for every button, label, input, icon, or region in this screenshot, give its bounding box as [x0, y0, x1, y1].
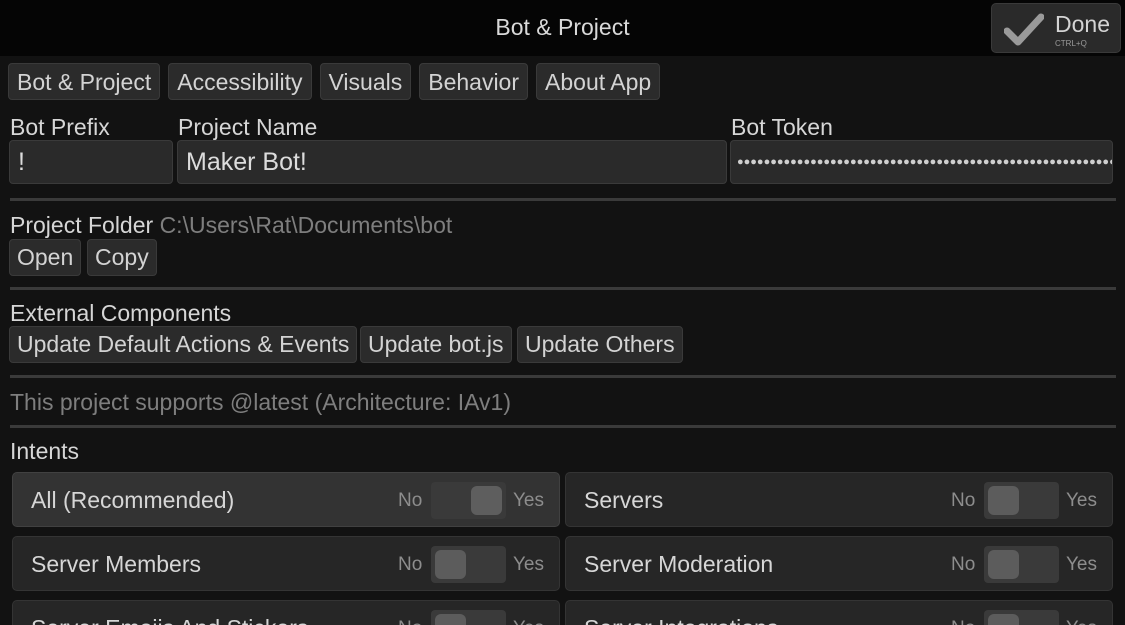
bot-prefix-label: Bot Prefix [10, 114, 110, 140]
toggle-knob [435, 550, 466, 579]
intent-no-label: No [951, 490, 976, 511]
intent-no-label: No [951, 554, 976, 575]
intent-yes-label: Yes [1066, 554, 1097, 575]
toggle-knob [988, 486, 1019, 515]
update-default-actions-button[interactable]: Update Default Actions & Events [9, 326, 358, 363]
intent-name: Server Members [31, 551, 201, 577]
intent-toggle-server-emojis[interactable] [431, 610, 506, 625]
toggle-knob [471, 486, 502, 515]
checkmark-icon [1004, 13, 1044, 46]
intent-toggle-server-moderation[interactable] [984, 546, 1059, 583]
intent-row-server-integrations: Server Integrations No Yes [565, 600, 1113, 625]
intent-name: Servers [584, 487, 664, 513]
bot-token-label: Bot Token [731, 114, 833, 140]
tab-visuals[interactable]: Visuals [319, 63, 412, 100]
support-note: This project supports @latest (Architect… [10, 389, 512, 415]
divider [10, 425, 1116, 428]
done-shortcut: CTRL+Q [1055, 39, 1087, 48]
intent-no-label: No [398, 490, 423, 511]
intent-name: Server Emojis And Stickers [31, 615, 308, 625]
bot-token-input[interactable]: ●●●●●●●●●●●●●●●●●●●●●●●●●●●●●●●●●●●●●●●●… [730, 140, 1113, 184]
window-title: Bot & Project [495, 14, 630, 40]
update-others-button[interactable]: Update Others [517, 326, 683, 363]
open-folder-button[interactable]: Open [9, 239, 82, 276]
tab-behavior[interactable]: Behavior [419, 63, 529, 100]
done-label: Done [1055, 11, 1110, 37]
tab-accessibility[interactable]: Accessibility [168, 63, 312, 100]
intent-row-server-emojis: Server Emojis And Stickers No Yes [12, 600, 560, 625]
divider [10, 375, 1116, 378]
intent-no-label: No [398, 554, 423, 575]
tab-about-app[interactable]: About App [536, 63, 661, 100]
project-folder-path: C:\Users\Rat\Documents\bot [159, 212, 453, 238]
project-name-input[interactable]: Maker Bot! [177, 140, 727, 184]
toggle-knob [988, 550, 1019, 579]
intent-name: Server Moderation [584, 551, 774, 577]
intent-yes-label: Yes [1066, 618, 1097, 625]
toggle-knob [988, 614, 1019, 625]
title-bar: Bot & Project Done CTRL+Q [0, 0, 1125, 56]
intent-row-server-moderation: Server Moderation No Yes [565, 536, 1113, 591]
intent-toggle-all[interactable] [431, 482, 506, 519]
intent-row-server-members: Server Members No Yes [12, 536, 560, 591]
intent-yes-label: Yes [513, 554, 544, 575]
intent-name: All (Recommended) [31, 487, 235, 513]
project-name-label: Project Name [178, 114, 318, 140]
divider [10, 287, 1116, 290]
intent-name: Server Integrations [584, 615, 778, 625]
intent-yes-label: Yes [513, 490, 544, 511]
done-button[interactable]: Done CTRL+Q [991, 3, 1121, 53]
intent-row-all: All (Recommended) No Yes [12, 472, 560, 527]
intent-toggle-servers[interactable] [984, 482, 1059, 519]
project-folder-label: Project Folder [10, 212, 154, 238]
intent-no-label: No [951, 618, 975, 625]
intent-row-servers: Servers No Yes [565, 472, 1113, 527]
update-botjs-button[interactable]: Update bot.js [360, 326, 512, 363]
bot-prefix-input[interactable]: ! [9, 140, 173, 184]
intent-toggle-server-members[interactable] [431, 546, 506, 583]
copy-folder-button[interactable]: Copy [87, 239, 157, 276]
intents-label: Intents [10, 438, 80, 464]
project-folder-row: Project Folder C:\Users\Rat\Documents\bo… [10, 212, 452, 239]
external-components-label: External Components [10, 300, 232, 326]
toggle-knob [435, 614, 466, 625]
intent-yes-label: Yes [513, 618, 544, 625]
settings-tabs: Bot & Project Accessibility Visuals Beha… [8, 63, 661, 100]
intent-no-label: No [398, 618, 422, 625]
intent-yes-label: Yes [1066, 490, 1097, 511]
intent-toggle-server-integrations[interactable] [984, 610, 1059, 625]
divider [10, 198, 1116, 201]
tab-bot-project[interactable]: Bot & Project [8, 63, 161, 100]
